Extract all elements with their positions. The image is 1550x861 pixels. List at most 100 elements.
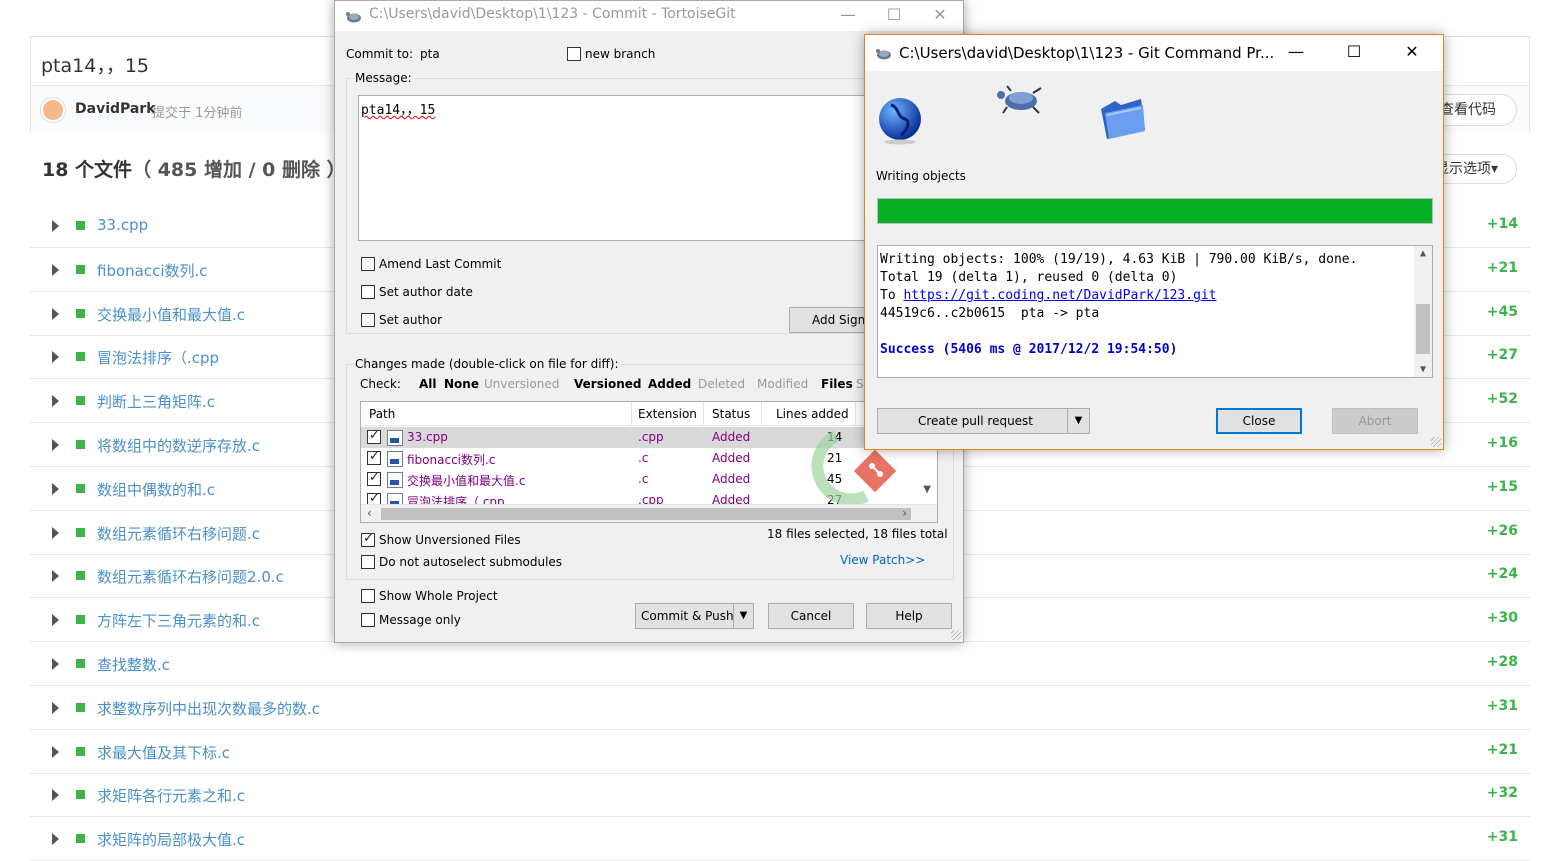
minimize-button[interactable]: — (825, 1, 871, 31)
console-vscrollbar[interactable]: ▲ ▼ (1414, 246, 1432, 377)
file-name[interactable]: 求最大值及其下标.c (97, 742, 230, 763)
file-name[interactable]: fibonacci数列.c (97, 260, 208, 281)
added-marker-icon (76, 483, 85, 493)
resize-grip[interactable] (951, 630, 961, 640)
expand-arrow-icon[interactable] (52, 658, 59, 670)
maximize-button[interactable]: ☐ (871, 1, 917, 31)
expand-arrow-icon[interactable] (52, 220, 59, 232)
file-name[interactable]: 判断上三角矩阵.c (97, 391, 215, 412)
file-row[interactable]: 求整数序列中出现次数最多的数.c +31 (30, 686, 1530, 730)
maximize-button[interactable]: ☐ (1325, 38, 1383, 68)
file-name[interactable]: 求矩阵各行元素之和.c (97, 785, 245, 806)
avatar[interactable] (41, 98, 65, 122)
check-option-versioned[interactable]: Versioned (574, 377, 641, 391)
cancel-button[interactable]: Cancel (768, 603, 854, 629)
column-extension[interactable]: Extension (638, 407, 697, 421)
help-button[interactable]: Help (866, 603, 952, 629)
row-checkbox[interactable] (367, 428, 381, 444)
amend-checkbox[interactable] (361, 257, 375, 271)
message-text: pta14，，15 (361, 103, 436, 118)
check-option-files[interactable]: Files (821, 377, 853, 391)
no-autoselect-checkbox[interactable] (361, 555, 375, 569)
file-name[interactable]: 数组元素循环右移问题.c (97, 523, 260, 544)
check-option-modified[interactable]: Modified (757, 377, 808, 391)
message-only-checkbox[interactable] (361, 613, 375, 627)
file-name[interactable]: 将数组中的数逆序存放.c (97, 435, 260, 456)
column-status[interactable]: Status (712, 407, 750, 421)
set-author-checkbox[interactable] (361, 313, 375, 327)
file-row[interactable]: 查找整数.c +28 (30, 642, 1530, 686)
new-branch-checkbox[interactable] (567, 47, 581, 61)
view-patch-link[interactable]: View Patch>> (840, 553, 925, 567)
row-checkbox[interactable] (367, 449, 381, 465)
commit-to-branch: pta (420, 47, 440, 61)
expand-arrow-icon[interactable] (52, 482, 59, 495)
file-name[interactable]: 33.cpp (97, 216, 148, 234)
pr-dropdown-arrow-icon[interactable]: ▼ (1067, 409, 1089, 433)
expand-arrow-icon[interactable] (52, 307, 59, 320)
check-option-s[interactable]: S (856, 377, 864, 391)
close-window-button[interactable]: ✕ (1383, 38, 1441, 68)
expand-arrow-icon[interactable] (52, 526, 59, 539)
check-option-deleted[interactable]: Deleted (698, 377, 745, 391)
close-button[interactable]: Close (1216, 408, 1302, 434)
expand-arrow-icon[interactable] (52, 745, 59, 758)
console-line-4: 44519c6..c2b0615 pta -> pta (880, 306, 1100, 321)
selection-status: 18 files selected, 18 files total (767, 527, 948, 541)
set-author-date-checkbox[interactable] (361, 285, 375, 299)
output-console[interactable]: - - - - - - - - - - - - - - - Writing ob… (877, 245, 1433, 378)
commit-title: pta14，，15 (41, 55, 150, 77)
expand-arrow-icon[interactable] (52, 263, 59, 276)
file-row[interactable]: 求矩阵的局部极大值.c +31 (30, 817, 1530, 861)
file-name[interactable]: 冒泡法排序（.cpp (97, 347, 219, 368)
file-row[interactable]: 求矩阵各行元素之和.c +32 (30, 773, 1530, 818)
file-name[interactable]: 方阵左下三角元素的和.c (97, 610, 260, 631)
show-whole-project-label: Show Whole Project (379, 589, 498, 603)
file-name[interactable]: 数组元素循环右移问题2.0.c (97, 566, 284, 587)
expand-arrow-icon[interactable] (52, 614, 59, 627)
scroll-down-icon[interactable]: ▼ (923, 484, 931, 495)
commit-dialog-title: C:\Users\david\Desktop\1\123 - Commit - … (369, 6, 736, 22)
expand-arrow-icon[interactable] (52, 351, 59, 364)
show-unversioned-checkbox[interactable] (361, 531, 375, 547)
file-name[interactable]: 交换最小值和最大值.c (97, 304, 245, 325)
added-marker-icon (76, 702, 85, 712)
commit-dropdown-arrow-icon[interactable]: ▼ (733, 604, 753, 628)
progress-bar (877, 198, 1433, 224)
check-option-none[interactable]: None (444, 377, 479, 391)
expand-arrow-icon[interactable] (52, 789, 59, 802)
expand-arrow-icon[interactable] (52, 395, 59, 408)
column-path[interactable]: Path (369, 407, 395, 421)
expand-arrow-icon[interactable] (52, 439, 59, 451)
resize-grip[interactable] (1431, 437, 1441, 447)
minimize-button[interactable]: — (1267, 38, 1325, 68)
changes-hscrollbar[interactable]: ‹ › (361, 504, 937, 522)
author-name[interactable]: DavidPark (75, 101, 156, 117)
expand-arrow-icon[interactable] (52, 701, 59, 714)
file-name[interactable]: 查找整数.c (97, 654, 170, 675)
scroll-down-icon[interactable]: ▼ (1414, 364, 1432, 375)
show-whole-project-checkbox[interactable] (361, 589, 375, 603)
hscroll-thumb[interactable] (381, 508, 911, 520)
changes-list[interactable]: Path Extension Status Lines added 33.cpp… (360, 401, 938, 523)
check-option-all[interactable]: All (419, 377, 437, 391)
close-window-button[interactable]: ✕ (917, 1, 963, 31)
check-option-added[interactable]: Added (648, 377, 691, 391)
create-pull-request-button[interactable]: Create pull request ▼ (877, 408, 1090, 434)
file-name[interactable]: 求矩阵的局部极大值.c (97, 829, 245, 850)
scroll-up-icon[interactable]: ▲ (1414, 248, 1432, 259)
row-checkbox[interactable] (367, 470, 381, 486)
progress-dialog-titlebar[interactable]: C:\Users\david\Desktop\1\123 - Git Comma… (865, 35, 1443, 71)
remote-url-link[interactable]: https://git.coding.net/DavidPark/123.git (903, 288, 1216, 303)
file-row[interactable]: 求最大值及其下标.c +21 (30, 730, 1530, 774)
file-name[interactable]: 数组中偶数的和.c (97, 479, 215, 500)
column-lines-added[interactable]: Lines added (776, 407, 849, 421)
expand-arrow-icon[interactable] (52, 833, 59, 846)
expand-arrow-icon[interactable] (52, 570, 59, 583)
check-option-unversioned[interactable]: Unversioned (484, 377, 559, 391)
commit-dialog-titlebar[interactable]: C:\Users\david\Desktop\1\123 - Commit - … (335, 1, 963, 31)
commit-push-button[interactable]: Commit & Push ▼ (635, 603, 754, 629)
abort-button[interactable]: Abort (1332, 408, 1418, 434)
vscroll-thumb[interactable] (1416, 304, 1430, 354)
file-name[interactable]: 求整数序列中出现次数最多的数.c (97, 698, 320, 719)
